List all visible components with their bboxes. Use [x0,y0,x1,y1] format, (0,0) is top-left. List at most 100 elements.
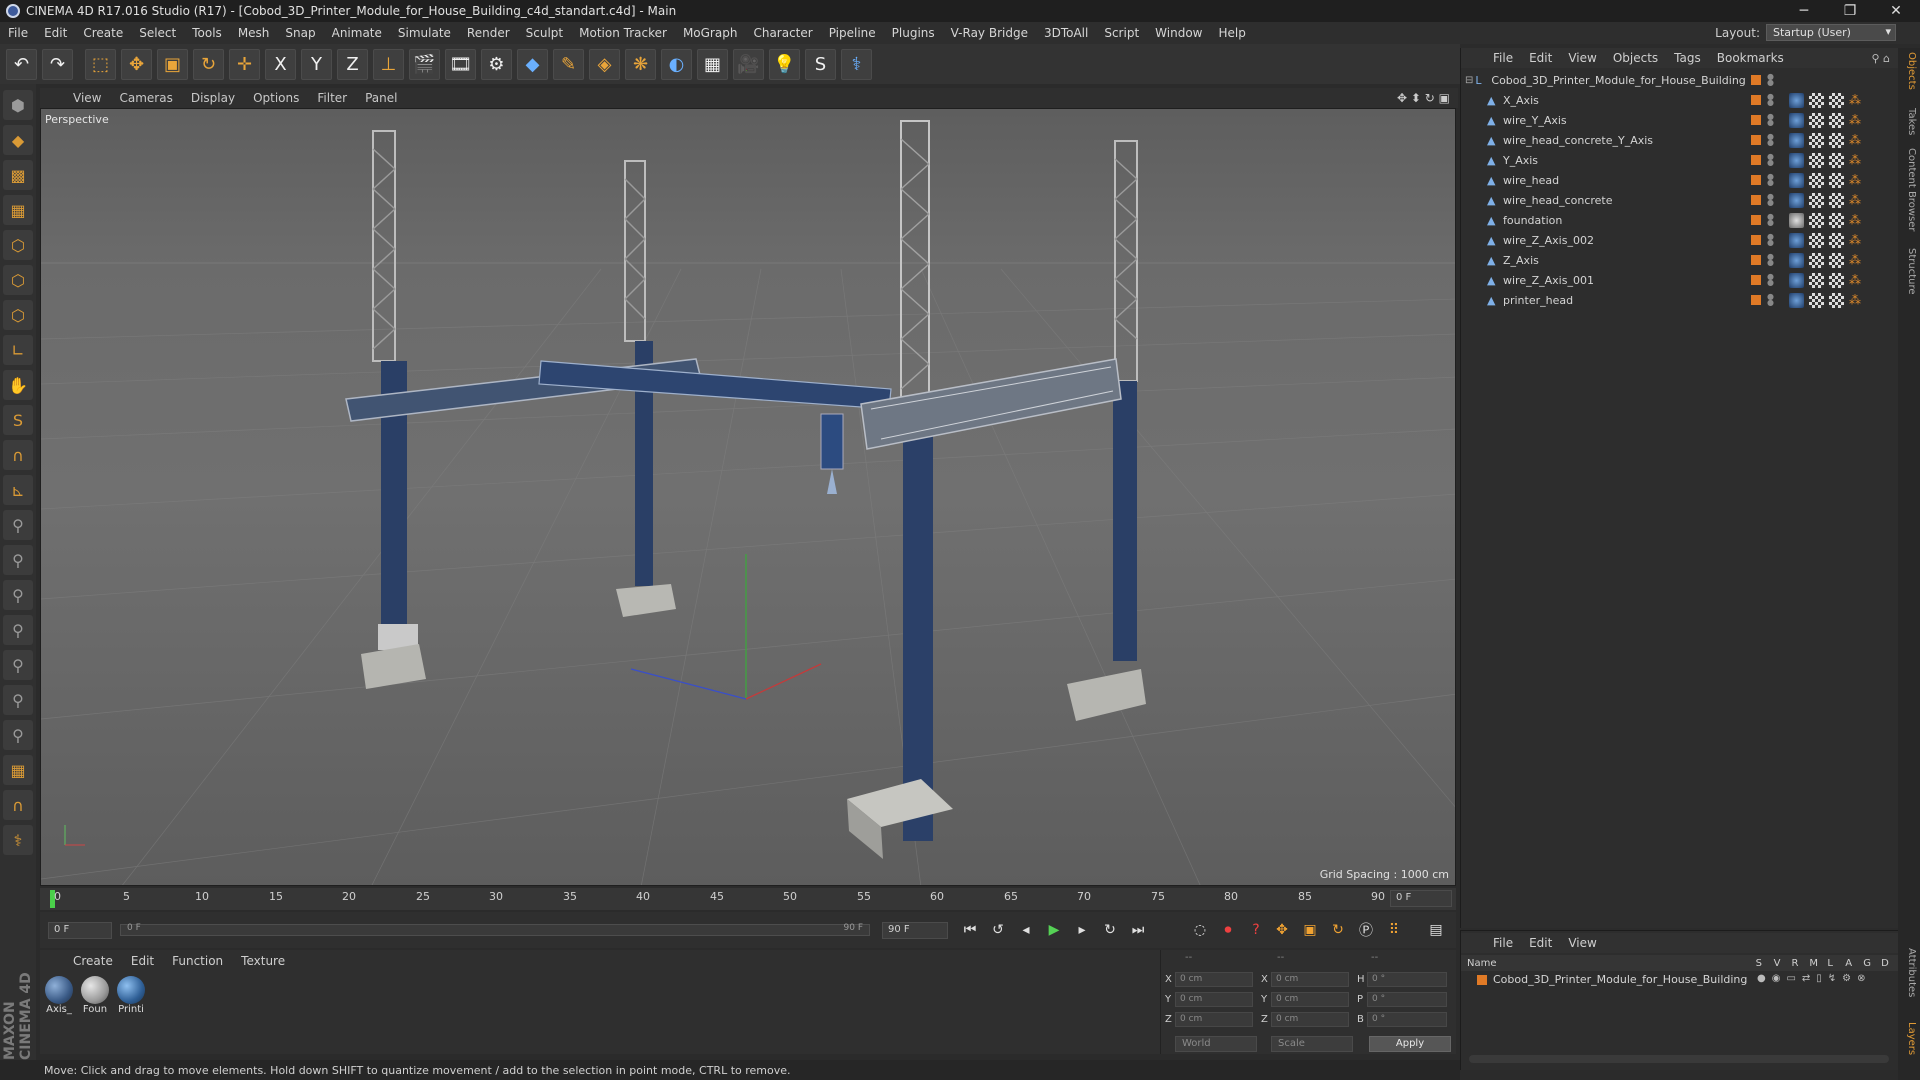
y-axis-icon[interactable]: Y [301,48,332,80]
rotation-h-field[interactable]: 0 ° [1367,972,1447,987]
material-tag-icon[interactable] [1789,152,1804,168]
menu-create[interactable]: Create [75,26,131,40]
object-name[interactable]: Z_Axis [1503,254,1539,267]
menu-3dtoall[interactable]: 3DToAll [1036,26,1096,40]
loop-icon[interactable]: ⚲ [3,720,33,750]
layout-dropdown[interactable]: Startup (User) [1766,24,1896,41]
magnet-icon[interactable]: ∩ [3,440,33,470]
texture-tag-icon[interactable] [1829,152,1844,168]
layer-color-swatch[interactable] [1751,115,1761,125]
key-rotation-icon[interactable]: ↻ [1326,918,1350,942]
menu-render[interactable]: Render [459,26,518,40]
viewport-menu-panel[interactable]: Panel [356,91,406,105]
position-z-field[interactable]: 0 cm [1175,1012,1253,1027]
menu-plugins[interactable]: Plugins [884,26,943,40]
phong-tag-icon[interactable]: ⁂ [1849,173,1864,188]
deformer-icon[interactable]: ◐ [661,48,692,80]
tree-row[interactable]: ▲ Y_Axis ● ● ⁂ [1461,150,1899,170]
points-mode-icon[interactable]: ⬡ [3,230,33,260]
python-icon[interactable]: S [805,48,836,80]
visibility-dots[interactable]: ● ● [1767,293,1774,307]
layer-color-swatch[interactable] [1751,295,1761,305]
material-tag-icon[interactable] [1789,272,1804,288]
texture-tag-icon[interactable] [1809,132,1824,148]
sculpt-icon[interactable]: ⚲ [3,580,33,610]
edges-mode-icon[interactable]: ⬡ [3,265,33,295]
tree-row[interactable]: ▲ Z_Axis ● ● ⁂ [1461,250,1899,270]
column-generators[interactable]: G [1863,958,1881,969]
texture-tag-icon[interactable] [1829,252,1844,268]
grid-lock-icon[interactable]: ▦ [3,755,33,785]
phong-tag-icon[interactable]: ⁂ [1849,253,1864,268]
object-name[interactable]: wire_Z_Axis_001 [1503,274,1594,287]
light-icon[interactable]: 💡 [769,48,800,80]
menu-select[interactable]: Select [131,26,184,40]
visibility-dots[interactable]: ● ● [1767,93,1774,107]
texture-tag-icon[interactable] [1829,232,1844,248]
texture-tag-icon[interactable] [1809,292,1824,308]
menu-mesh[interactable]: Mesh [230,26,278,40]
phong-tag-icon[interactable]: ⁂ [1849,113,1864,128]
object-name[interactable]: wire_head_concrete [1503,194,1613,207]
phong-tag-icon[interactable]: ⁂ [1849,153,1864,168]
motion-path-icon[interactable]: ◌ [1188,918,1212,942]
menu-snap[interactable]: Snap [277,26,323,40]
transform-mode-dropdown[interactable]: Scale [1271,1036,1353,1052]
auto-key-icon[interactable]: ? [1244,918,1268,942]
layer-color-swatch[interactable] [1751,175,1761,185]
cloner-icon[interactable]: ❋ [625,48,656,80]
layer-menu-view[interactable]: View [1560,936,1604,950]
tree-row[interactable]: ▲ X_Axis ● ● ⁂ [1461,90,1899,110]
visibility-dots[interactable]: ● ● [1767,133,1774,147]
layer-row[interactable]: Cobod_3D_Printer_Module_for_House_Buildi… [1477,973,1747,986]
paint-icon[interactable]: ⚲ [3,545,33,575]
material-item[interactable]: Foun [80,976,110,1015]
render-picture-viewer-icon[interactable]: 🎞 [445,48,476,80]
axis-mode-icon[interactable]: ∟ [3,335,33,365]
timeline-layout-icon[interactable]: ▤ [1424,918,1448,942]
material-item[interactable]: Printi [116,976,146,1015]
menu-animate[interactable]: Animate [324,26,390,40]
phong-tag-icon[interactable]: ⁂ [1849,193,1864,208]
visibility-dots[interactable]: ● ● [1767,273,1774,287]
layer-name[interactable]: Cobod_3D_Printer_Module_for_House_Buildi… [1493,973,1747,986]
viewport-menu-view[interactable]: View [64,91,110,105]
scale-icon[interactable]: ▣ [157,48,188,80]
play-icon[interactable]: ▶ [1042,918,1066,942]
menu-window[interactable]: Window [1147,26,1210,40]
edit-render-settings-icon[interactable]: ⚙ [481,48,512,80]
position-x-field[interactable]: 0 cm [1175,972,1253,987]
start-frame-field[interactable]: 0 F [48,921,112,939]
object-name[interactable]: Cobod_3D_Printer_Module_for_House_Buildi… [1491,74,1745,87]
tree-row[interactable]: ▲ wire_Y_Axis ● ● ⁂ [1461,110,1899,130]
brush-icon[interactable]: ⚲ [3,510,33,540]
pen-icon[interactable]: ✎ [553,48,584,80]
model-mode-icon[interactable]: ◆ [3,125,33,155]
object-name[interactable]: wire_head [1503,174,1559,187]
z-axis-icon[interactable]: Z [337,48,368,80]
phong-tag-icon[interactable]: ⁂ [1849,273,1864,288]
viewport-menu-options[interactable]: Options [244,91,308,105]
viewport-menu-cameras[interactable]: Cameras [110,91,181,105]
object-name[interactable]: foundation [1503,214,1562,227]
render-view-icon[interactable]: 🎬 [409,48,440,80]
column-manager[interactable]: M [1809,958,1827,969]
coordinate-space-dropdown[interactable]: World [1175,1036,1257,1052]
menu-help[interactable]: Help [1210,26,1253,40]
rotate-icon[interactable]: ↻ [193,48,224,80]
column-locked[interactable]: L [1827,958,1845,969]
floor-icon[interactable]: ▦ [697,48,728,80]
move-icon[interactable]: ✥ [121,48,152,80]
phong-tag-icon[interactable]: ⁂ [1849,293,1864,308]
layer-color-swatch[interactable] [1751,155,1761,165]
material-menu-texture[interactable]: Texture [232,954,294,968]
tab-objects[interactable]: Objects [1901,52,1917,90]
object-name[interactable]: X_Axis [1503,94,1539,107]
texture-tag-icon[interactable] [1829,172,1844,188]
menu-vray-bridge[interactable]: V-Ray Bridge [943,26,1036,40]
horizontal-scrollbar[interactable] [1469,1055,1889,1063]
tree-root-row[interactable]: ⊟ L Cobod_3D_Printer_Module_for_House_Bu… [1461,70,1899,90]
apply-button[interactable]: Apply [1369,1036,1451,1052]
texture-tag-icon[interactable] [1829,272,1844,288]
texture-tag-icon[interactable] [1809,212,1824,228]
